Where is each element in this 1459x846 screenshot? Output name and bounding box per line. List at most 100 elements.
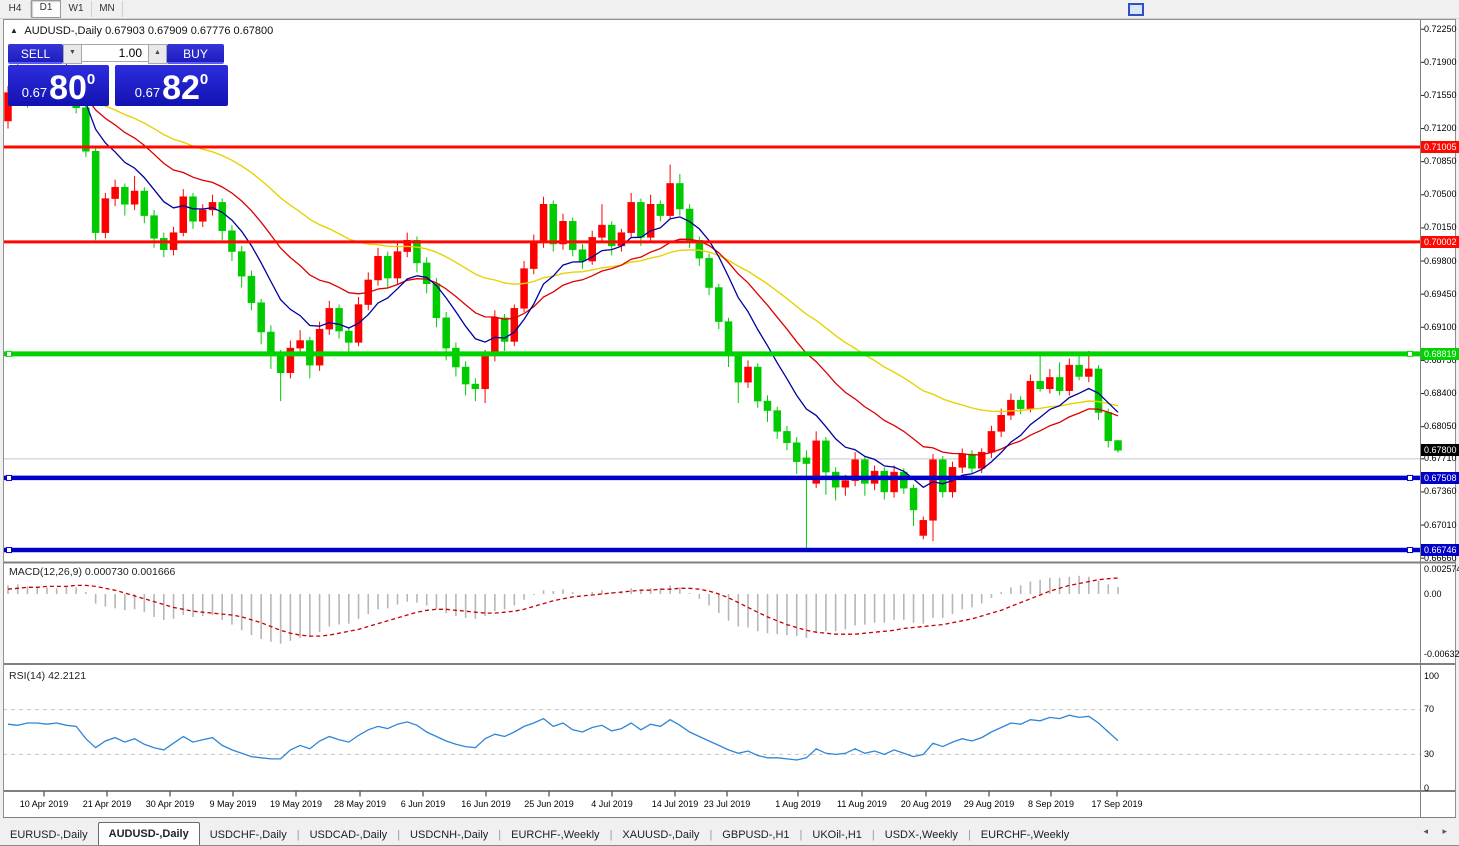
price-level-badge: 0.67508: [1421, 472, 1459, 484]
candle-body: [715, 288, 722, 322]
rsi-axis-label: 100: [1424, 671, 1439, 682]
buy-price-prefix: 0.67: [135, 85, 160, 100]
candle-body: [394, 252, 401, 278]
timeframe-button-mn[interactable]: MN: [92, 1, 123, 17]
candle-body: [102, 199, 109, 233]
date-axis-label: 17 Sep 2019: [1075, 799, 1159, 809]
candle-body: [452, 348, 459, 367]
candle-body: [511, 308, 518, 341]
timeframe-toolbar: H4D1W1MN: [0, 0, 1459, 19]
sell-price-big: 80: [49, 71, 87, 105]
macd-axis-label: 0.002574: [1424, 564, 1459, 575]
candle-body: [1046, 377, 1053, 388]
window-restore-icon[interactable]: [1128, 3, 1144, 16]
price-axis-label: 0.68050: [1424, 421, 1457, 432]
rsi-axis-label: 0: [1424, 783, 1429, 794]
candle-body: [998, 415, 1005, 431]
candle-body: [248, 276, 255, 302]
volume-input[interactable]: [82, 44, 148, 62]
candle-body: [764, 401, 771, 410]
one-click-trade-panel: SELL ▼ ▲ BUY 0.67 80 0 0.67 82 0: [8, 44, 229, 106]
price-axis-label: 0.71550: [1424, 90, 1457, 101]
candle-body: [540, 204, 547, 242]
price-level-badge: 0.68819: [1421, 348, 1459, 360]
candle-body: [968, 454, 975, 468]
chart-plot-area[interactable]: [0, 0, 1459, 846]
candle-body: [579, 250, 586, 261]
price-level-badge: 0.66746: [1421, 544, 1459, 556]
candle-body: [336, 308, 343, 331]
line-drag-handle[interactable]: [1408, 548, 1413, 553]
candle-body: [277, 356, 284, 373]
chart-title: ▲ AUDUSD-,Daily 0.67903 0.67909 0.67776 …: [10, 25, 273, 37]
buy-button[interactable]: BUY: [167, 44, 224, 64]
chart-tab-ukoil-h1[interactable]: UKOil-,H1: [802, 825, 872, 845]
candle-body: [774, 411, 781, 432]
price-level-badge: 0.70002: [1421, 236, 1459, 248]
candle-body: [1017, 400, 1024, 409]
chart-tab-gbpusd-h1[interactable]: GBPUSD-,H1: [712, 825, 799, 845]
price-axis-label: 0.69450: [1424, 289, 1457, 300]
chart-tab-eurchf-weekly[interactable]: EURCHF-,Weekly: [971, 825, 1079, 845]
buy-price-button[interactable]: 0.67 82 0: [115, 65, 228, 106]
chart-tab-eurchf-weekly[interactable]: EURCHF-,Weekly: [501, 825, 609, 845]
timeframe-button-w1[interactable]: W1: [61, 1, 92, 17]
chart-tab-usdcad-daily[interactable]: USDCAD-,Daily: [300, 825, 398, 845]
candle-body: [657, 204, 664, 215]
tab-scroll-arrows[interactable]: ◂ ▸: [1423, 826, 1453, 837]
line-drag-handle[interactable]: [7, 475, 12, 480]
macd-axis-label: -0.00632: [1424, 649, 1459, 660]
candle-body: [822, 441, 829, 472]
candle-body: [598, 225, 605, 237]
collapse-quote-icon[interactable]: ▲: [10, 26, 18, 35]
candle-body: [745, 367, 752, 382]
candle-body: [735, 356, 742, 382]
sell-price-button[interactable]: 0.67 80 0: [8, 65, 109, 106]
candle-body: [706, 258, 713, 287]
macd-indicator-label: MACD(12,26,9) 0.000730 0.001666: [9, 566, 175, 578]
chart-tab-xauusd-daily[interactable]: XAUUSD-,Daily: [612, 825, 709, 845]
candle-body: [521, 269, 528, 309]
chart-tab-audusd-daily[interactable]: AUDUSD-,Daily: [98, 822, 200, 845]
volume-decrease-button[interactable]: ▼: [63, 44, 82, 64]
line-drag-handle[interactable]: [7, 548, 12, 553]
candle-body: [676, 183, 683, 209]
chart-tab-usdcnh-daily[interactable]: USDCNH-,Daily: [400, 825, 498, 845]
line-drag-handle[interactable]: [7, 351, 12, 356]
chart-tab-usdx-weekly[interactable]: USDX-,Weekly: [875, 825, 968, 845]
price-axis-label: 0.67010: [1424, 520, 1457, 531]
candle-body: [82, 108, 89, 152]
candle-body: [131, 191, 138, 204]
candle-body: [326, 308, 333, 329]
candle-body: [375, 256, 382, 280]
chart-tab-usdchf-daily[interactable]: USDCHF-,Daily: [200, 825, 297, 845]
chart-tab-eurusd-daily[interactable]: EURUSD-,Daily: [0, 825, 98, 845]
candle-body: [297, 341, 304, 349]
candle-body: [1027, 381, 1034, 408]
candle-body: [141, 191, 148, 216]
candle-body: [1056, 377, 1063, 390]
chart-symbol-label: AUDUSD-,Daily: [24, 25, 102, 37]
price-axis-label: 0.70150: [1424, 222, 1457, 233]
candle-body: [959, 454, 966, 467]
timeframe-button-d1[interactable]: D1: [31, 0, 61, 18]
candle-body: [1076, 365, 1083, 376]
line-drag-handle[interactable]: [1408, 475, 1413, 480]
candle-body: [316, 329, 323, 365]
sell-button[interactable]: SELL: [8, 44, 63, 64]
candle-body: [160, 238, 167, 249]
volume-increase-button[interactable]: ▲: [148, 44, 167, 64]
price-level-badge: 0.67800: [1421, 444, 1459, 456]
price-level-badge: 0.71005: [1421, 141, 1459, 153]
candle-body: [783, 431, 790, 442]
candle-body: [180, 197, 187, 233]
candle-body: [910, 488, 917, 510]
candle-body: [92, 151, 99, 232]
candle-body: [637, 202, 644, 237]
price-axis-label: 0.70850: [1424, 156, 1457, 167]
chart-background[interactable]: [3, 19, 1456, 818]
timeframe-button-h4[interactable]: H4: [0, 1, 31, 17]
candle-body: [482, 356, 489, 389]
candle-body: [930, 460, 937, 521]
line-drag-handle[interactable]: [1408, 351, 1413, 356]
